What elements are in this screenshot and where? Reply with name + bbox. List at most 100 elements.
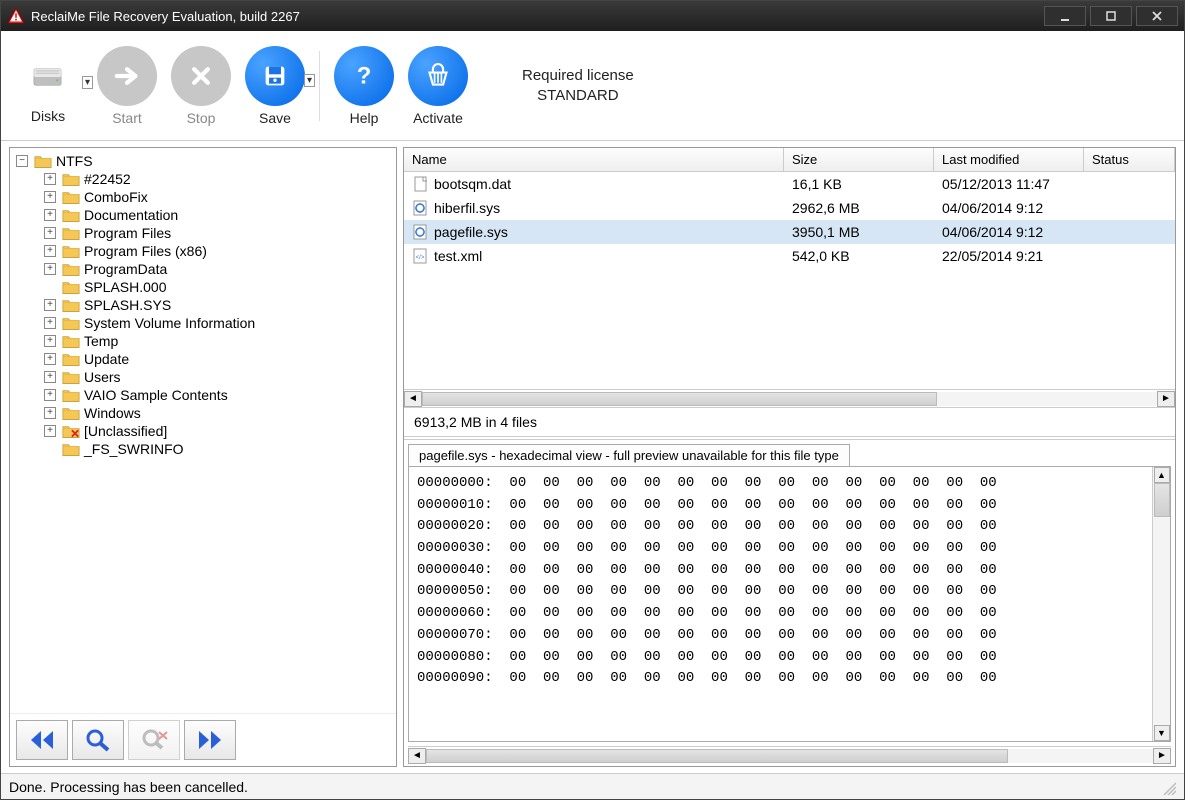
hex-hscroll[interactable]: ◄ ► xyxy=(408,746,1171,764)
scroll-up-icon[interactable]: ▲ xyxy=(1154,467,1170,483)
tree-item-label: ProgramData xyxy=(84,261,167,277)
scroll-left-icon[interactable]: ◄ xyxy=(408,748,426,764)
tree-item[interactable]: +Update xyxy=(12,350,394,368)
scroll-thumb[interactable] xyxy=(422,392,937,406)
expand-icon[interactable]: + xyxy=(44,209,56,221)
scroll-track[interactable] xyxy=(426,749,1153,763)
search-button[interactable] xyxy=(72,720,124,760)
scroll-track[interactable] xyxy=(422,392,1157,406)
file-modified: 04/06/2014 9:12 xyxy=(934,222,1084,242)
expand-icon[interactable]: + xyxy=(44,371,56,383)
content-area: −NTFS+#22452+ComboFix+Documentation+Prog… xyxy=(1,141,1184,773)
expand-icon[interactable]: + xyxy=(44,425,56,437)
vscroll-thumb[interactable] xyxy=(1154,483,1170,517)
file-status xyxy=(1084,222,1175,242)
tree-item-label: ComboFix xyxy=(84,189,148,205)
expand-icon[interactable]: + xyxy=(44,335,56,347)
nav-first-button[interactable] xyxy=(16,720,68,760)
folder-icon xyxy=(62,172,80,186)
nav-last-button[interactable] xyxy=(184,720,236,760)
tree-item[interactable]: + ProgramData xyxy=(12,260,394,278)
tree-item[interactable]: + Program Files (x86) xyxy=(12,242,394,260)
file-modified: 04/06/2014 9:12 xyxy=(934,198,1084,218)
expand-icon[interactable]: + xyxy=(44,299,56,311)
tree-item[interactable]: + SPLASH.SYS xyxy=(12,296,394,314)
save-dropdown-icon[interactable]: ▾ xyxy=(304,74,315,87)
tree-item[interactable]: + Documentation xyxy=(12,206,394,224)
file-list-header: Name Size Last modified Status xyxy=(404,148,1175,172)
app-window: ReclaiMe File Recovery Evaluation, build… xyxy=(0,0,1185,800)
expand-icon[interactable]: + xyxy=(44,317,56,329)
expand-icon[interactable]: + xyxy=(44,245,56,257)
col-status[interactable]: Status xyxy=(1084,148,1175,171)
tree-item[interactable]: +VAIO Sample Contents xyxy=(12,386,394,404)
help-button[interactable]: ? Help xyxy=(334,46,394,126)
expand-icon[interactable]: + xyxy=(44,227,56,239)
activate-button[interactable]: Activate xyxy=(408,46,468,126)
scroll-right-icon[interactable]: ► xyxy=(1157,391,1175,407)
expand-icon[interactable]: + xyxy=(44,173,56,185)
file-list-hscroll[interactable]: ◄ ► xyxy=(404,389,1175,407)
tree-item[interactable]: + System Volume Information xyxy=(12,314,394,332)
statusbar: Done. Processing has been cancelled. xyxy=(1,773,1184,799)
tree-item[interactable]: +#22452 xyxy=(12,170,394,188)
file-row[interactable]: pagefile.sys3950,1 MB04/06/2014 9:12 xyxy=(404,220,1175,244)
file-icon: </> xyxy=(412,248,430,264)
file-size: 3950,1 MB xyxy=(784,222,934,242)
minimize-button[interactable] xyxy=(1044,6,1086,26)
disks-dropdown-icon[interactable]: ▾ xyxy=(82,76,93,89)
folder-icon xyxy=(62,334,80,348)
expand-icon[interactable]: + xyxy=(44,263,56,275)
tree-item-label: _FS_SWRINFO xyxy=(84,441,184,457)
tree-item-label: Documentation xyxy=(84,207,178,223)
resize-grip-icon[interactable] xyxy=(1160,779,1176,795)
tree-item[interactable]: + ComboFix xyxy=(12,188,394,206)
folder-icon xyxy=(34,154,52,168)
tree-item-label: System Volume Information xyxy=(84,315,255,331)
col-modified[interactable]: Last modified xyxy=(934,148,1084,171)
scroll-right-icon[interactable]: ► xyxy=(1153,748,1171,764)
tree-item[interactable]: +Users xyxy=(12,368,394,386)
titlebar: ReclaiMe File Recovery Evaluation, build… xyxy=(1,1,1184,31)
file-name: test.xml xyxy=(434,248,482,264)
file-row[interactable]: bootsqm.dat16,1 KB05/12/2013 11:47 xyxy=(404,172,1175,196)
scroll-down-icon[interactable]: ▼ xyxy=(1154,725,1170,741)
hex-view[interactable]: 00000000: 00 00 00 00 00 00 00 00 00 00 … xyxy=(409,467,1152,741)
save-button[interactable]: ▾ Save xyxy=(245,46,305,126)
maximize-button[interactable] xyxy=(1090,6,1132,26)
expand-icon[interactable]: + xyxy=(44,407,56,419)
file-size: 542,0 KB xyxy=(784,246,934,266)
col-name[interactable]: Name xyxy=(404,148,784,171)
window-title: ReclaiMe File Recovery Evaluation, build… xyxy=(31,9,1044,24)
tree-item[interactable]: +[Unclassified] xyxy=(12,422,394,440)
scroll-thumb[interactable] xyxy=(426,749,1008,763)
file-row[interactable]: hiberfil.sys2962,6 MB04/06/2014 9:12 xyxy=(404,196,1175,220)
toolbar: ▾ Disks Start Stop ▾ Save ? Help Activat… xyxy=(1,31,1184,141)
tree-item[interactable]: + Temp xyxy=(12,332,394,350)
tree-item-label: Temp xyxy=(84,333,118,349)
file-row[interactable]: </>test.xml542,0 KB22/05/2014 9:21 xyxy=(404,244,1175,268)
vscroll-track[interactable] xyxy=(1154,483,1170,725)
col-size[interactable]: Size xyxy=(784,148,934,171)
tree-item[interactable]: SPLASH.000 xyxy=(12,278,394,296)
tree-item[interactable]: +Windows xyxy=(12,404,394,422)
stop-label: Stop xyxy=(187,110,216,126)
disks-button[interactable]: ▾ Disks xyxy=(13,48,83,124)
tree-item-label: SPLASH.SYS xyxy=(84,297,171,313)
folder-icon xyxy=(62,244,80,258)
expand-icon[interactable]: + xyxy=(44,389,56,401)
folder-tree[interactable]: −NTFS+#22452+ComboFix+Documentation+Prog… xyxy=(10,148,396,713)
close-button[interactable] xyxy=(1136,6,1178,26)
expand-icon[interactable]: + xyxy=(44,191,56,203)
expand-icon[interactable]: + xyxy=(44,353,56,365)
tree-item-label: Program Files (x86) xyxy=(84,243,207,259)
start-button[interactable]: Start xyxy=(97,46,157,126)
file-list-body[interactable]: bootsqm.dat16,1 KB05/12/2013 11:47hiberf… xyxy=(404,172,1175,389)
tree-item[interactable]: +Program Files xyxy=(12,224,394,242)
scroll-left-icon[interactable]: ◄ xyxy=(404,391,422,407)
hex-vscroll[interactable]: ▲ ▼ xyxy=(1152,467,1170,741)
tree-root[interactable]: −NTFS xyxy=(12,152,394,170)
preview-tab[interactable]: pagefile.sys - hexadecimal view - full p… xyxy=(408,444,850,466)
tree-item[interactable]: _FS_SWRINFO xyxy=(12,440,394,458)
stop-button[interactable]: Stop xyxy=(171,46,231,126)
